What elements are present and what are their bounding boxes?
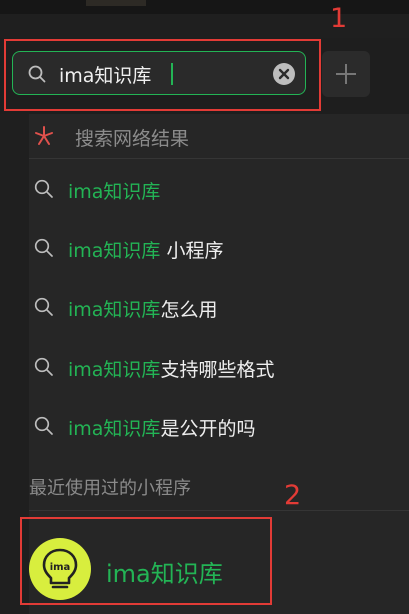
annotation-box-app (20, 517, 272, 605)
top-strip (0, 0, 409, 14)
spark-icon (35, 126, 53, 145)
search-icon (34, 297, 53, 316)
mini-program-search-page: 1 搜索网络结果 ima知识库 ima知识库 小程序 (0, 0, 409, 614)
suggestion-highlight: ima知识库 (68, 299, 161, 321)
suggestion-rest: 支持哪些格式 (160, 359, 275, 381)
web-search-label: 搜索网络结果 (75, 128, 190, 150)
suggestion-highlight: ima知识库 (68, 240, 161, 262)
search-icon (34, 238, 53, 257)
web-search-row[interactable]: 搜索网络结果 (29, 114, 409, 159)
suggestion-item[interactable]: ima知识库支持哪些格式 (29, 348, 409, 388)
suggestion-item[interactable]: ima知识库 (29, 170, 409, 210)
search-icon (34, 416, 53, 435)
search-icon (34, 357, 53, 376)
search-icon (34, 179, 53, 198)
annotation-number-2: 2 (284, 480, 302, 511)
plus-icon (336, 64, 356, 84)
suggestion-highlight: ima知识库 (68, 418, 161, 440)
suggestion-item[interactable]: ima知识库 小程序 (29, 229, 409, 269)
suggestion-highlight: ima知识库 (68, 181, 161, 203)
suggestion-rest: 小程序 (160, 240, 224, 262)
suggestion-rest: 怎么用 (160, 299, 218, 321)
section-divider (29, 510, 409, 511)
recent-mini-programs-header: 最近使用过的小程序 (29, 478, 191, 499)
suggestion-item[interactable]: ima知识库是公开的吗 (29, 407, 409, 447)
suggestion-rest: 是公开的吗 (160, 418, 256, 440)
suggestion-item[interactable]: ima知识库怎么用 (29, 288, 409, 328)
top-image-fragment (86, 0, 146, 6)
annotation-box-search (4, 39, 321, 111)
annotation-number-1: 1 (330, 3, 348, 34)
add-button[interactable] (322, 51, 370, 97)
suggestion-highlight: ima知识库 (68, 359, 161, 381)
